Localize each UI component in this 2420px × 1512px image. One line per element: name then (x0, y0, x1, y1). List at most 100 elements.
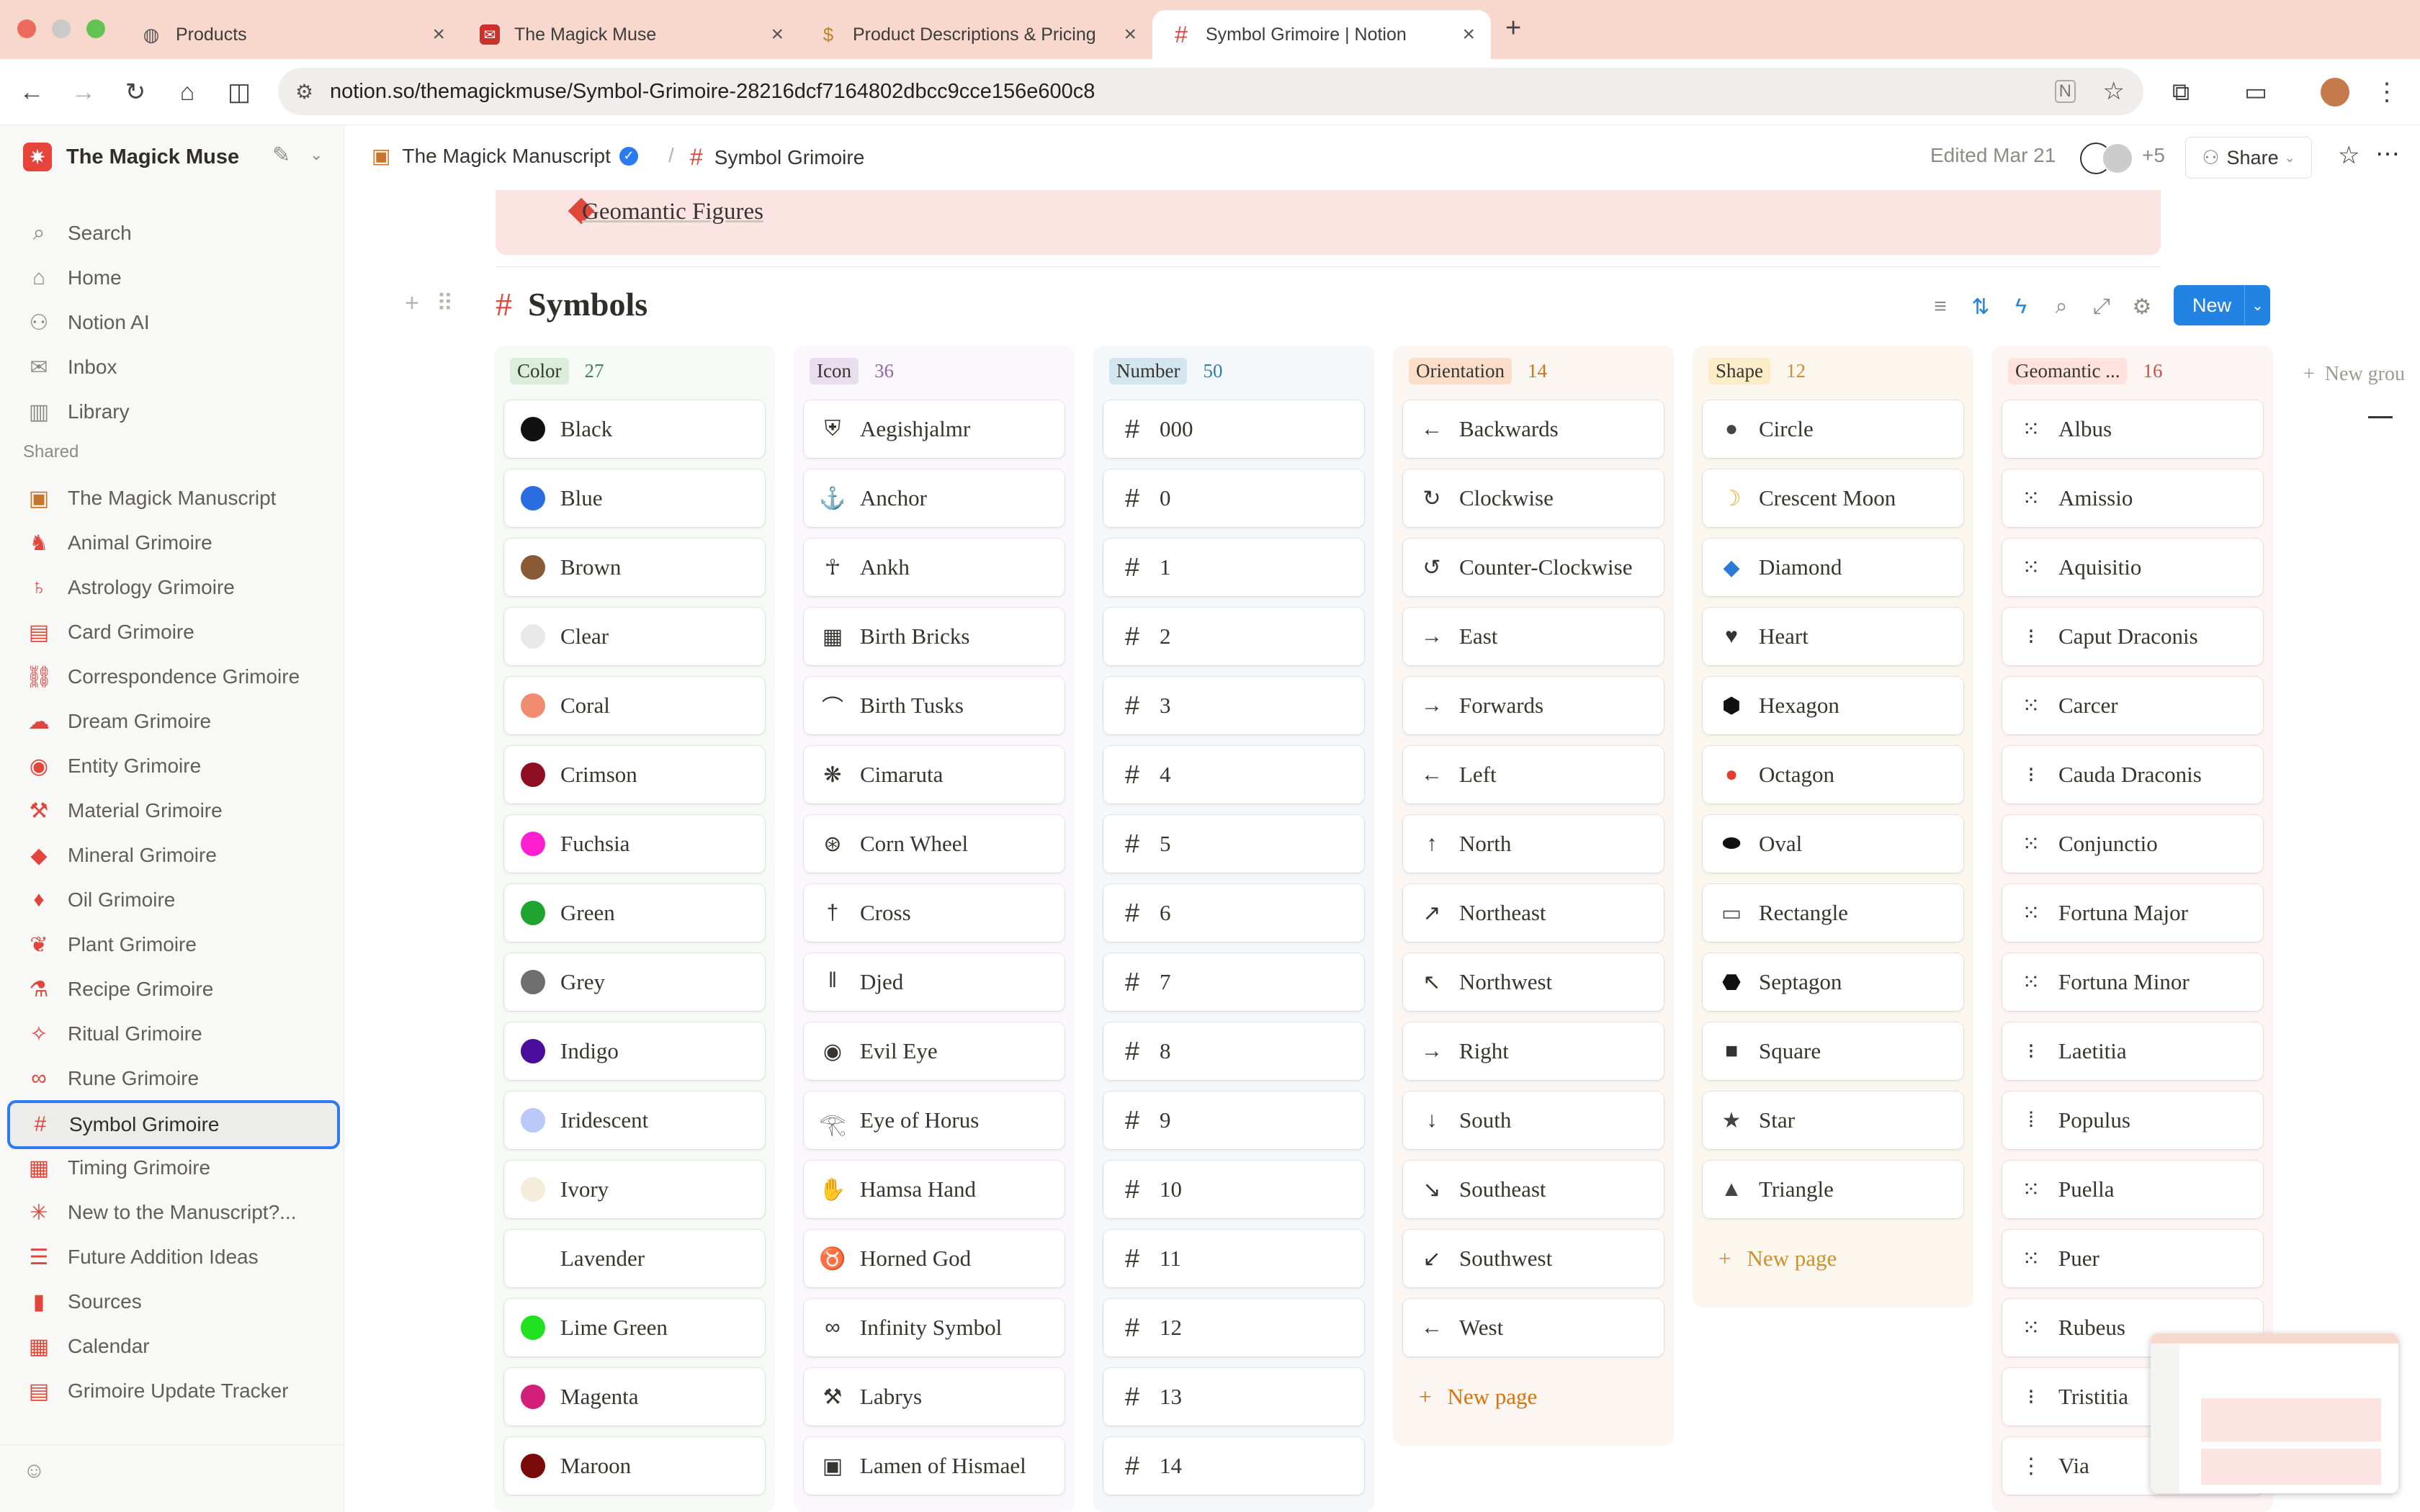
sidebar-item-new-to-manuscript[interactable]: ✳ New to the Manuscript?... (9, 1192, 336, 1233)
board-card[interactable]: ↖ Northwest (1403, 953, 1664, 1011)
sidebar-item-astrology-grimoire[interactable]: ♄ Astrology Grimoire (9, 567, 336, 608)
board-card[interactable]: → East (1403, 608, 1664, 665)
automation-icon[interactable]: ϟ (2007, 292, 2035, 321)
reload-icon[interactable]: ↻ (120, 76, 151, 108)
help-icon[interactable]: ☺ (23, 1459, 45, 1483)
board-card[interactable]: ❋ Cimaruta (804, 746, 1065, 804)
sidebar-item-recipe-grimoire[interactable]: ⚗ Recipe Grimoire (9, 969, 336, 1009)
board-card[interactable]: 𓂀 Eye of Horus (804, 1092, 1065, 1149)
sidebar-item-rune-grimoire[interactable]: ∞ Rune Grimoire (9, 1058, 336, 1099)
sidebar-item-symbol-grimoire[interactable]: # Symbol Grimoire (7, 1100, 340, 1149)
board-card[interactable]: Ivory (504, 1161, 765, 1218)
board-card[interactable]: ⁙ Albus (2002, 400, 2263, 458)
sidebar-item-mineral-grimoire[interactable]: ◆ Mineral Grimoire (9, 835, 336, 876)
board-card[interactable]: Brown (504, 539, 765, 596)
database-title[interactable]: Symbols (528, 285, 647, 323)
board-card[interactable]: ⚒ Labrys (804, 1368, 1065, 1426)
board-card[interactable]: ← Left (1403, 746, 1664, 804)
board-card[interactable]: #6 (1103, 884, 1364, 942)
board-card[interactable]: #5 (1103, 815, 1364, 873)
filter-icon[interactable]: ≡ (1926, 292, 1955, 321)
board-card[interactable]: #2 (1103, 608, 1364, 665)
board-card[interactable]: ▲ Triangle (1703, 1161, 1963, 1218)
board-card[interactable]: Fuchsia (504, 815, 765, 873)
board-card[interactable]: ← West (1403, 1299, 1664, 1356)
settings-sliders-icon[interactable]: ⚙ (2128, 292, 2156, 321)
board-card[interactable]: #11 (1103, 1230, 1364, 1287)
sort-icon[interactable]: ⇅ (1966, 292, 1995, 321)
sidebar-item-library[interactable]: ▥ Library (9, 392, 336, 432)
new-page-button[interactable]: + New page (1403, 1368, 1664, 1426)
sidebar-item-notion-ai[interactable]: ⚇ Notion AI (9, 302, 336, 343)
board-card[interactable]: ⁙ Puer (2002, 1230, 2263, 1287)
chevron-down-icon[interactable]: ⌄ (2244, 285, 2270, 325)
site-settings-icon[interactable]: ⚙ (295, 80, 313, 104)
cast-icon[interactable]: ▭ (2240, 76, 2272, 108)
board-card[interactable]: ♥ Heart (1703, 608, 1963, 665)
board-card[interactable]: ↻ Clockwise (1403, 469, 1664, 527)
board-card[interactable]: ⁙ Fortuna Minor (2002, 953, 2263, 1011)
board-card[interactable]: ⁞ Populus (2002, 1092, 2263, 1149)
board-card[interactable]: → Forwards (1403, 677, 1664, 734)
close-tab-icon[interactable]: × (432, 22, 445, 47)
board-card[interactable]: ⁝ Caput Draconis (2002, 608, 2263, 665)
sidebar-item-entity-grimoire[interactable]: ◉ Entity Grimoire (9, 746, 336, 786)
sidebar-item-oil-grimoire[interactable]: ♦ Oil Grimoire (9, 880, 336, 920)
browser-tab-symbol-grimoire[interactable]: # Symbol Grimoire | Notion × (1152, 10, 1491, 59)
board-card[interactable]: ∞ Infinity Symbol (804, 1299, 1065, 1356)
board-card[interactable]: Coral (504, 677, 765, 734)
board-card[interactable]: #14 (1103, 1437, 1364, 1495)
more-options-icon[interactable]: ⋯ (2375, 140, 2400, 168)
board-card[interactable]: → Right (1403, 1022, 1664, 1080)
drag-handle-icon[interactable]: ⠿ (436, 289, 453, 317)
split-view-icon[interactable]: ◫ (223, 76, 255, 108)
board-card[interactable]: ⁙ Fortuna Major (2002, 884, 2263, 942)
board-card[interactable]: Lime Green (504, 1299, 765, 1356)
sidebar-item-inbox[interactable]: ✉ Inbox (9, 347, 336, 387)
board-card[interactable]: ↘ Southeast (1403, 1161, 1664, 1218)
board-card[interactable]: Grey (504, 953, 765, 1011)
page-preview-thumbnail[interactable] (2151, 1333, 2398, 1493)
board-card[interactable]: ↑ North (1403, 815, 1664, 873)
new-page-button[interactable]: + New page (1703, 1230, 1963, 1287)
board-card[interactable]: ⁙ Puella (2002, 1161, 2263, 1218)
favorite-star-icon[interactable]: ☆ (2338, 141, 2360, 170)
callout-link-geomantic-figures[interactable]: Geomantic Figures (582, 199, 763, 225)
board-card[interactable]: ⚓ Anchor (804, 469, 1065, 527)
new-page-icon[interactable]: ✎ (272, 143, 290, 168)
board-card[interactable]: #3 (1103, 677, 1364, 734)
board-card[interactable]: Black (504, 400, 765, 458)
board-card[interactable]: Magenta (504, 1368, 765, 1426)
breadcrumb-magick-manuscript[interactable]: ▣ The Magick Manuscript ✓ (372, 144, 638, 168)
board-card[interactable]: ⁝ Laetitia (2002, 1022, 2263, 1080)
sidebar-item-plant-grimoire[interactable]: ❦ Plant Grimoire (9, 924, 336, 965)
board-card[interactable]: † Cross (804, 884, 1065, 942)
board-card[interactable]: #1 (1103, 539, 1364, 596)
board-card[interactable]: ☥ Ankh (804, 539, 1065, 596)
board-card[interactable]: ⬢ Hexagon (1703, 677, 1963, 734)
column-header[interactable]: Number 50 (1103, 353, 1364, 389)
board-card[interactable]: ↙ Southwest (1403, 1230, 1664, 1287)
sidebar-item-material-grimoire[interactable]: ⚒ Material Grimoire (9, 791, 336, 831)
expand-icon[interactable]: ⤢ (2087, 292, 2116, 321)
board-card[interactable]: Maroon (504, 1437, 765, 1495)
board-card[interactable]: ⬣ Septagon (1703, 953, 1963, 1011)
board-card[interactable]: Lavender (504, 1230, 765, 1287)
board-card[interactable]: ★ Star (1703, 1092, 1963, 1149)
board-card[interactable]: #4 (1103, 746, 1364, 804)
breadcrumb-symbol-grimoire[interactable]: # Symbol Grimoire (690, 144, 864, 171)
board-card[interactable]: ← Backwards (1403, 400, 1664, 458)
board-card[interactable]: ▦ Birth Bricks (804, 608, 1065, 665)
board-card[interactable]: ↗ Northeast (1403, 884, 1664, 942)
board-card[interactable]: ⁙ Conjunctio (2002, 815, 2263, 873)
close-tab-icon[interactable]: × (1124, 22, 1137, 47)
sidebar-item-dream-grimoire[interactable]: ☁ Dream Grimoire (9, 701, 336, 742)
board-card[interactable]: Iridescent (504, 1092, 765, 1149)
close-tab-icon[interactable]: × (1462, 22, 1475, 47)
sidebar-item-animal-grimoire[interactable]: ♞ Animal Grimoire (9, 523, 336, 563)
board-card[interactable]: ◉ Evil Eye (804, 1022, 1065, 1080)
board-card[interactable]: ▭ Rectangle (1703, 884, 1963, 942)
close-tab-icon[interactable]: × (771, 22, 784, 47)
sidebar-item-correspondence-grimoire[interactable]: ⛓ Correspondence Grimoire (9, 657, 336, 697)
board-card[interactable]: ⁙ Amissio (2002, 469, 2263, 527)
